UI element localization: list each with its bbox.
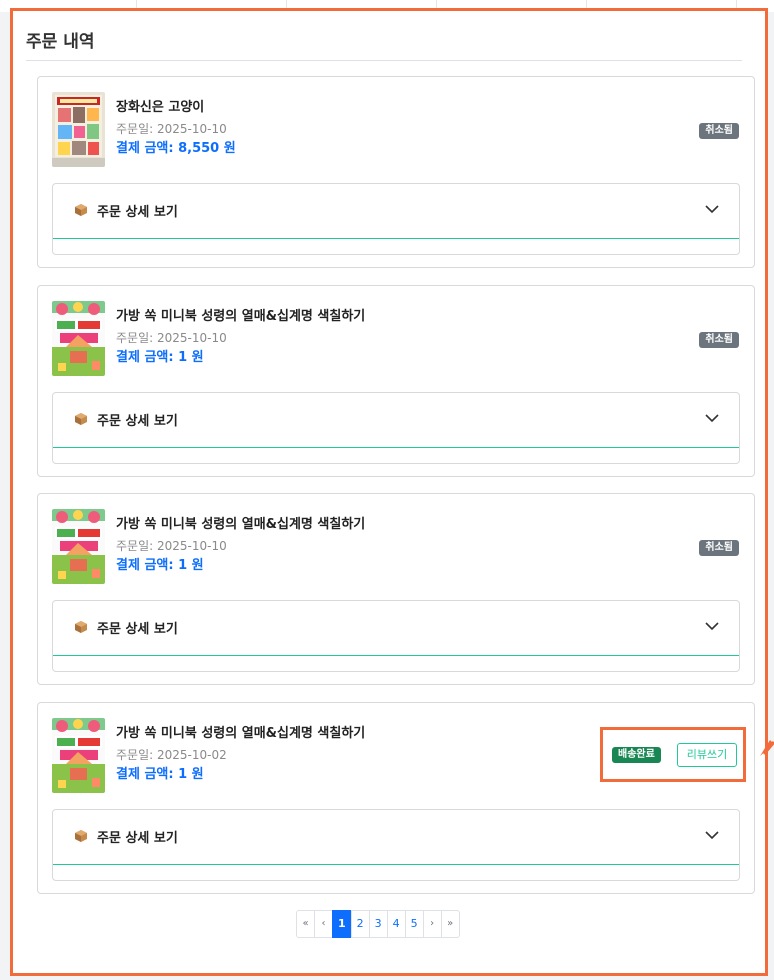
order-detail-accordion: 주문 상세 보기 bbox=[52, 600, 740, 672]
order-amount: 결제 금액: 1 원 bbox=[116, 350, 204, 365]
book-cover-thumbnail[interactable] bbox=[52, 509, 105, 584]
order-detail-toggle[interactable]: 주문 상세 보기 bbox=[53, 601, 739, 656]
pagination-page[interactable]: 3 bbox=[368, 910, 388, 938]
status-badge: 배송완료 bbox=[612, 747, 661, 763]
order-detail-accordion: 주문 상세 보기 bbox=[52, 392, 740, 464]
order-detail-label: 주문 상세 보기 bbox=[97, 831, 178, 846]
order-detail-toggle[interactable]: 주문 상세 보기 bbox=[53, 810, 739, 865]
order-product-title[interactable]: 가방 쏙 미니북 성령의 열매&십계명 색칠하기 bbox=[116, 725, 596, 743]
book-cover-thumbnail[interactable] bbox=[52, 92, 105, 167]
order-detail-label: 주문 상세 보기 bbox=[97, 414, 178, 429]
pagination-prev[interactable]: ‹ bbox=[314, 910, 333, 938]
pagination: « ‹ 1 2 3 4 5 › » bbox=[296, 910, 460, 938]
order-amount: 결제 금액: 8,550 원 bbox=[116, 141, 236, 156]
pagination-page[interactable]: 1 bbox=[332, 910, 352, 938]
pagination-page[interactable]: 2 bbox=[350, 910, 370, 938]
order-detail-toggle[interactable]: 주문 상세 보기 bbox=[53, 393, 739, 448]
pagination-page[interactable]: 4 bbox=[386, 910, 406, 938]
pagination-page[interactable]: 5 bbox=[404, 910, 424, 938]
pagination-next[interactable]: › bbox=[422, 910, 442, 938]
page-title: 주문 내역 bbox=[26, 27, 742, 61]
order-product-title[interactable]: 장화신은 고양이 bbox=[116, 99, 596, 117]
write-review-button[interactable]: 리뷰쓰기 bbox=[677, 743, 737, 767]
package-icon bbox=[75, 621, 87, 633]
order-detail-label: 주문 상세 보기 bbox=[97, 205, 178, 220]
package-icon bbox=[75, 830, 87, 842]
order-card: 가방 쏙 미니북 성령의 열매&십계명 색칠하기 주문일: 2025-10-10… bbox=[37, 493, 755, 685]
status-badge: 취소됨 bbox=[699, 123, 739, 139]
order-date: 주문일: 2025-10-10 bbox=[116, 331, 227, 345]
order-date: 주문일: 2025-10-10 bbox=[116, 122, 227, 136]
package-icon bbox=[75, 413, 87, 425]
chevron-down-icon bbox=[705, 622, 719, 631]
order-date: 주문일: 2025-10-10 bbox=[116, 539, 227, 553]
order-actions-highlight: 배송완료 리뷰쓰기 bbox=[600, 727, 746, 782]
order-date: 주문일: 2025-10-02 bbox=[116, 748, 227, 762]
status-badge: 취소됨 bbox=[699, 540, 739, 556]
order-detail-toggle[interactable]: 주문 상세 보기 bbox=[53, 184, 739, 239]
chevron-down-icon bbox=[705, 831, 719, 840]
book-cover-thumbnail[interactable] bbox=[52, 718, 105, 793]
order-amount: 결제 금액: 1 원 bbox=[116, 767, 204, 782]
arrow-icon bbox=[760, 740, 774, 756]
order-detail-accordion: 주문 상세 보기 bbox=[52, 809, 740, 881]
order-product-title[interactable]: 가방 쏙 미니북 성령의 열매&십계명 색칠하기 bbox=[116, 308, 596, 326]
order-card: 가방 쏙 미니북 성령의 열매&십계명 색칠하기 주문일: 2025-10-10… bbox=[37, 285, 755, 477]
chevron-down-icon bbox=[705, 414, 719, 423]
status-badge: 취소됨 bbox=[699, 332, 739, 348]
book-cover-thumbnail[interactable] bbox=[52, 301, 105, 376]
order-detail-label: 주문 상세 보기 bbox=[97, 622, 178, 637]
pagination-first[interactable]: « bbox=[296, 910, 315, 938]
chevron-down-icon bbox=[705, 205, 719, 214]
order-product-title[interactable]: 가방 쏙 미니북 성령의 열매&십계명 색칠하기 bbox=[116, 516, 596, 534]
pagination-last[interactable]: » bbox=[440, 910, 460, 938]
order-detail-accordion: 주문 상세 보기 bbox=[52, 183, 740, 255]
package-icon bbox=[75, 204, 87, 216]
order-amount: 결제 금액: 1 원 bbox=[116, 558, 204, 573]
order-card: 장화신은 고양이 주문일: 2025-10-10 결제 금액: 8,550 원 … bbox=[37, 76, 755, 268]
